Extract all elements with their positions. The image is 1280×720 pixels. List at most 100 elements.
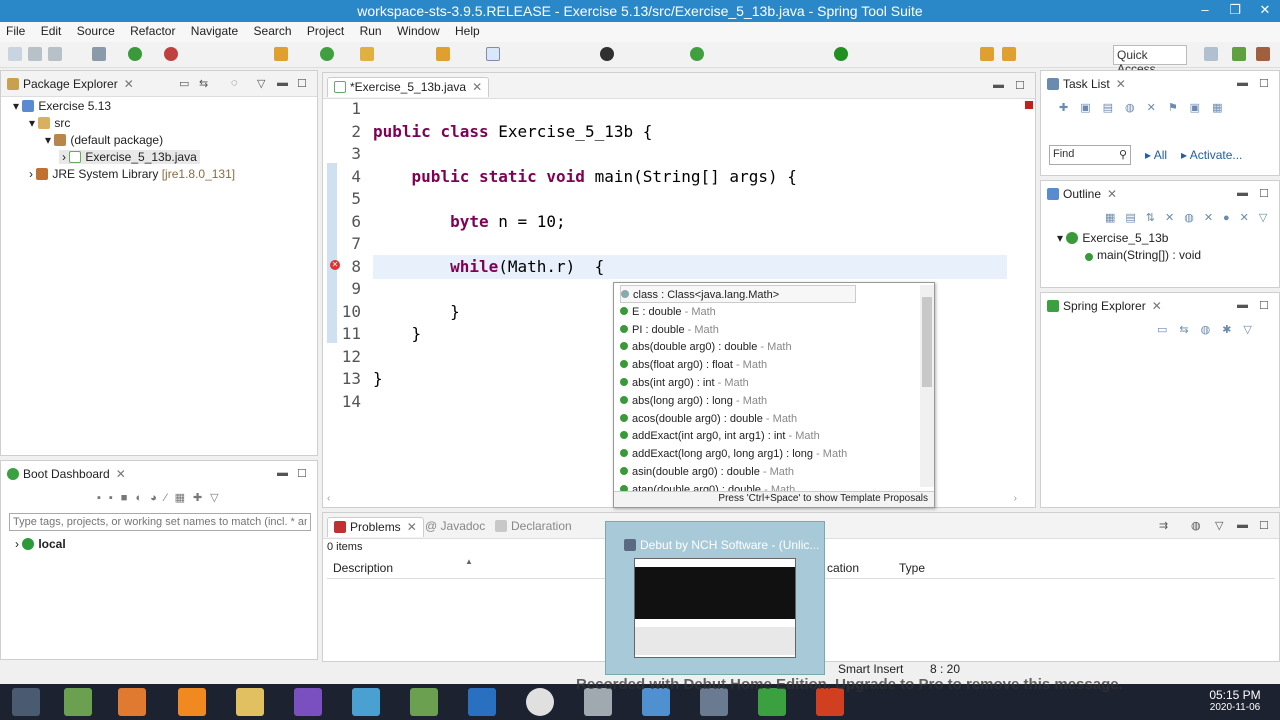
spring-icon[interactable] bbox=[834, 47, 848, 61]
collapse-all-icon[interactable]: ▭ bbox=[179, 77, 189, 90]
menu-window[interactable]: Window bbox=[391, 22, 446, 38]
debug-icon[interactable] bbox=[92, 47, 106, 61]
content-assist-popup[interactable]: class : Class<java.lang.Math> E : double … bbox=[613, 282, 935, 508]
popup-scroll-thumb[interactable] bbox=[922, 297, 932, 387]
menu-file[interactable]: File bbox=[0, 22, 31, 38]
completion-item[interactable]: asin(double arg0) : double - Math bbox=[620, 463, 794, 481]
completion-item[interactable]: E : double - Math bbox=[620, 303, 716, 321]
quick-access-field[interactable]: Quick Access bbox=[1113, 45, 1187, 76]
completion-item[interactable]: addExact(long arg0, long arg1) : long - … bbox=[620, 445, 847, 463]
completion-item[interactable]: PI : double - Math bbox=[620, 321, 719, 339]
maximize-view-icon[interactable]: ☐ bbox=[297, 77, 307, 90]
sts-taskbar-icon[interactable] bbox=[64, 688, 92, 716]
filter-icon[interactable]: ◌ bbox=[231, 77, 238, 89]
file-explorer-icon[interactable] bbox=[236, 688, 264, 716]
tree-item-default-package[interactable]: ▾ (default package) bbox=[45, 133, 163, 147]
view-menu-icon[interactable]: ▽ bbox=[1215, 519, 1223, 532]
minimize-view-icon[interactable]: ▬ bbox=[1237, 519, 1248, 531]
java-perspective-icon[interactable] bbox=[1256, 47, 1270, 61]
code-line[interactable]: } bbox=[373, 324, 422, 343]
notepad-icon[interactable] bbox=[410, 688, 438, 716]
minimize-view-icon[interactable]: ▬ bbox=[277, 77, 288, 89]
menu-help[interactable]: Help bbox=[449, 22, 486, 38]
outline-item-class[interactable]: ▾ Exercise_5_13b bbox=[1057, 231, 1168, 245]
completion-item[interactable]: abs(float arg0) : float - Math bbox=[620, 356, 767, 374]
tree-item-project[interactable]: ▾ Exercise 5.13 bbox=[13, 99, 111, 113]
vscode-icon[interactable] bbox=[468, 688, 496, 716]
minimize-view-icon[interactable]: ▬ bbox=[1237, 299, 1248, 311]
back-icon[interactable] bbox=[980, 47, 994, 61]
tab-package-explorer[interactable]: Package Explorer ✕ bbox=[1, 75, 140, 95]
popup-scrollbar[interactable] bbox=[920, 285, 934, 487]
tab-problems[interactable]: Problems ✕ bbox=[327, 517, 424, 537]
minimize-button[interactable]: ‒ bbox=[1190, 0, 1220, 22]
code-line[interactable]: byte n = 10; bbox=[373, 212, 566, 231]
completion-item[interactable]: abs(long arg0) : long - Math bbox=[620, 392, 767, 410]
close-icon[interactable]: ✕ bbox=[1152, 299, 1162, 313]
tab-task-list[interactable]: Task List ✕ bbox=[1041, 75, 1132, 95]
tree-item-local[interactable]: › local bbox=[15, 537, 66, 551]
all-link[interactable]: ▸ All bbox=[1145, 148, 1167, 162]
column-description[interactable]: Description bbox=[333, 561, 393, 575]
error-overview-marker[interactable] bbox=[1025, 101, 1033, 109]
close-icon[interactable]: ✕ bbox=[1116, 77, 1126, 91]
column-location[interactable]: cation bbox=[827, 561, 859, 575]
start-icon[interactable] bbox=[12, 688, 40, 716]
maximize-view-icon[interactable]: ☐ bbox=[1259, 187, 1269, 200]
tree-item-src[interactable]: ▾ src bbox=[29, 116, 70, 130]
view-menu-icon[interactable]: ▽ bbox=[257, 77, 265, 90]
chrome-icon[interactable] bbox=[526, 688, 554, 716]
open-type-icon[interactable] bbox=[360, 47, 374, 61]
close-icon[interactable]: ✕ bbox=[116, 467, 126, 481]
column-type[interactable]: Type bbox=[899, 561, 925, 575]
menu-refactor[interactable]: Refactor bbox=[124, 22, 181, 38]
task-find-input[interactable]: Find ⚲ bbox=[1049, 145, 1131, 165]
minimize-view-icon[interactable]: ▬ bbox=[1237, 77, 1248, 89]
menu-source[interactable]: Source bbox=[71, 22, 121, 38]
vlc-icon[interactable] bbox=[178, 688, 206, 716]
spring-explorer-toolbar[interactable]: ▭⇆◍✱▽ bbox=[1157, 323, 1264, 336]
menu-navigate[interactable]: Navigate bbox=[185, 22, 244, 38]
code-line[interactable]: } bbox=[373, 369, 383, 388]
minimize-view-icon[interactable]: ▬ bbox=[993, 79, 1004, 91]
code-line[interactable]: public class Exercise_5_13b { bbox=[373, 122, 652, 141]
boot-filter-input[interactable] bbox=[9, 513, 311, 531]
boot-dashboard-toolbar[interactable]: ▪▪■◐◕⁄▦✚▽ bbox=[97, 491, 227, 504]
tab-editor-file[interactable]: *Exercise_5_13b.java ✕ bbox=[327, 77, 490, 97]
toggle-mark-icon[interactable] bbox=[486, 47, 500, 61]
run-icon[interactable] bbox=[128, 47, 142, 61]
tree-item-java-file[interactable]: › Exercise_5_13b.java bbox=[59, 150, 200, 164]
completion-item[interactable]: acos(double arg0) : double - Math bbox=[620, 410, 797, 428]
focus-icon[interactable]: ◍ bbox=[1191, 519, 1201, 532]
code-line[interactable]: while(Math.r) { bbox=[373, 257, 604, 276]
link-editor-icon[interactable]: ⇆ bbox=[199, 77, 208, 90]
menu-project[interactable]: Project bbox=[301, 22, 350, 38]
filters-icon[interactable]: ⇉ bbox=[1159, 519, 1168, 532]
external-tools-icon[interactable] bbox=[164, 47, 178, 61]
debut-preview-popup[interactable]: Debut by NCH Software - (Unlic... bbox=[605, 521, 825, 675]
save-icon[interactable] bbox=[28, 47, 42, 61]
restore-button[interactable]: ❐ bbox=[1220, 0, 1250, 22]
menu-edit[interactable]: Edit bbox=[35, 22, 68, 38]
code-line[interactable]: public static void main(String[] args) { bbox=[373, 167, 797, 186]
activate-link[interactable]: ▸ Activate... bbox=[1181, 148, 1242, 162]
menu-run[interactable]: Run bbox=[354, 22, 388, 38]
tab-outline[interactable]: Outline ✕ bbox=[1041, 185, 1123, 205]
maximize-view-icon[interactable]: ☐ bbox=[1259, 77, 1269, 90]
completion-item[interactable]: abs(double arg0) : double - Math bbox=[620, 338, 792, 356]
new-icon[interactable] bbox=[8, 47, 22, 61]
minimize-view-icon[interactable]: ▬ bbox=[1237, 187, 1248, 199]
tab-spring-explorer[interactable]: Spring Explorer ✕ bbox=[1041, 297, 1168, 317]
close-icon[interactable]: ✕ bbox=[407, 520, 417, 534]
spring-perspective-icon[interactable] bbox=[1232, 47, 1246, 61]
tree-item-jre[interactable]: › JRE System Library [jre1.8.0_131] bbox=[29, 167, 235, 181]
visual-studio-icon[interactable] bbox=[294, 688, 322, 716]
open-task-icon[interactable] bbox=[436, 47, 450, 61]
completion-item[interactable]: class : Class<java.lang.Math> bbox=[620, 285, 856, 303]
completion-item[interactable]: addExact(int arg0, int arg1) : int - Mat… bbox=[620, 427, 820, 445]
close-icon[interactable]: ✕ bbox=[1107, 187, 1117, 201]
code-line[interactable]: } bbox=[373, 302, 460, 321]
menu-search[interactable]: Search bbox=[248, 22, 298, 38]
task-list-toolbar[interactable]: ✚▣▤◍✕⚑▣▦ bbox=[1059, 101, 1234, 114]
media-taskbar-icon[interactable] bbox=[118, 688, 146, 716]
